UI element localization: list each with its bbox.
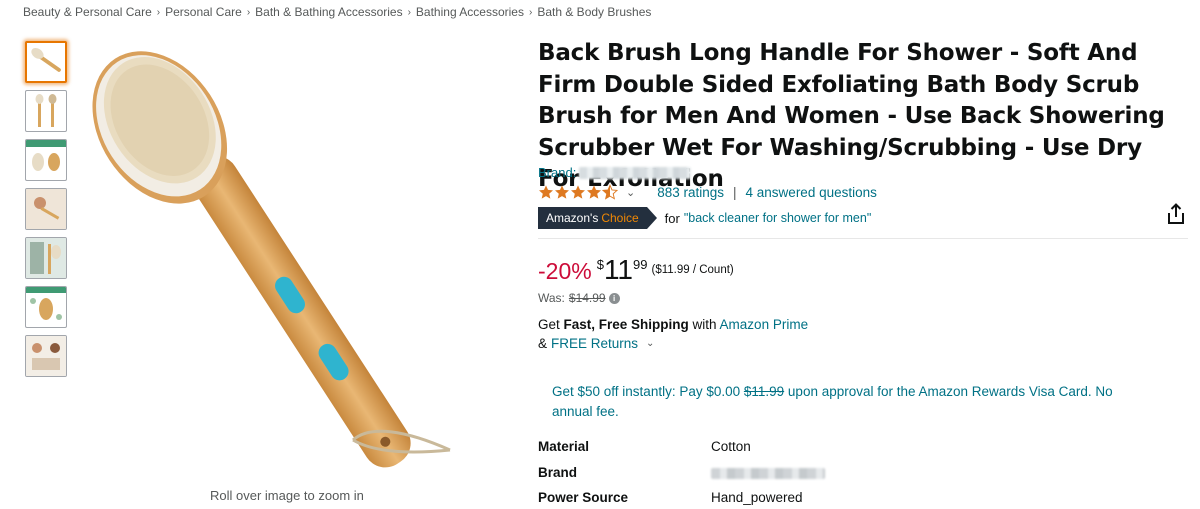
thumbnail-strip	[25, 41, 67, 384]
rating-row: ⌄ 883 ratings | 4 answered questions	[538, 183, 877, 201]
main-product-image[interactable]	[70, 45, 520, 485]
star-full-icon	[587, 185, 601, 199]
spec-value: Hand_powered	[711, 490, 803, 505]
thumbnail-1[interactable]	[25, 41, 67, 83]
choice-for-label: for	[664, 210, 680, 226]
price-fraction: 99	[633, 257, 648, 272]
choice-badge-word: Choice	[601, 211, 639, 225]
star-full-icon	[539, 185, 553, 199]
breadcrumb-separator: ›	[246, 6, 251, 18]
amazons-choice-badge[interactable]: Amazon's Choice	[538, 207, 657, 229]
price-symbol: $	[596, 257, 604, 272]
ship-with: with	[688, 317, 720, 332]
shipping-row: Get Fast, Free Shipping with Amazon Prim…	[538, 317, 808, 332]
breadcrumb-item-beauty[interactable]: Beauty & Personal Care	[23, 5, 152, 19]
chevron-down-icon[interactable]: ⌄	[626, 186, 635, 199]
breadcrumb-separator: ›	[407, 6, 411, 18]
thumbnail-5[interactable]	[25, 237, 67, 279]
amazons-choice-row: Amazon's Choice for "back cleaner for sh…	[538, 207, 871, 229]
ship-fast-free: Fast, Free Shipping	[563, 317, 689, 332]
price-row: -20% $ 11 99 ($11.99 / Count)	[538, 253, 734, 285]
spec-key: Power Source	[538, 490, 629, 505]
breadcrumb: Beauty & Personal Care › Personal Care ›…	[23, 5, 651, 19]
share-icon[interactable]	[1166, 203, 1186, 225]
divider-pipe: |	[733, 184, 737, 200]
brand-row[interactable]: Brand:	[538, 165, 692, 180]
section-divider	[538, 238, 1188, 239]
thumbnail-4[interactable]	[25, 188, 67, 230]
thumbnail-7[interactable]	[25, 335, 67, 377]
star-half-icon	[602, 184, 618, 200]
spec-key: Brand	[538, 465, 578, 480]
breadcrumb-item-bath-accessories[interactable]: Bath & Bathing Accessories	[255, 5, 402, 19]
was-price-row: Was: $14.99 i	[538, 291, 620, 305]
brand-label[interactable]: Brand:	[538, 165, 576, 180]
zoom-hint: Roll over image to zoom in	[210, 488, 364, 503]
ratings-count-link[interactable]: 883 ratings	[657, 185, 724, 200]
star-full-icon	[571, 185, 585, 199]
ship-get: Get	[538, 317, 564, 332]
was-price: $14.99	[568, 291, 606, 305]
choice-query-link[interactable]: "back cleaner for shower for men"	[684, 211, 871, 225]
free-returns-link[interactable]: FREE Returns	[551, 336, 638, 351]
info-icon[interactable]: i	[608, 292, 620, 304]
price: $ 11 99	[597, 253, 648, 285]
price-whole: 11	[603, 254, 634, 285]
prime-link[interactable]: Amazon Prime	[720, 317, 809, 332]
promo-text-before: Get $50 off instantly: Pay $0.00	[552, 384, 744, 399]
spec-value: Cotton	[711, 439, 751, 454]
brand-name-redacted[interactable]	[579, 166, 692, 179]
chevron-down-icon[interactable]: ⌄	[646, 338, 654, 349]
thumbnail-3[interactable]	[25, 139, 67, 181]
returns-row: & FREE Returns ⌄	[538, 336, 654, 351]
breadcrumb-item-body-brushes[interactable]: Bath & Body Brushes	[537, 5, 651, 19]
spec-value-redacted	[711, 468, 825, 479]
thumbnail-6[interactable]	[25, 286, 67, 328]
star-full-icon	[555, 185, 569, 199]
breadcrumb-separator: ›	[156, 6, 161, 18]
returns-prefix: &	[538, 336, 548, 351]
was-label: Was:	[538, 291, 565, 305]
answered-questions-link[interactable]: 4 answered questions	[746, 185, 877, 200]
promo-strike-price: $11.99	[743, 384, 785, 399]
discount-percent: -20%	[538, 258, 592, 284]
breadcrumb-item-personal-care[interactable]: Personal Care	[165, 5, 242, 19]
spec-key: Material	[538, 439, 590, 454]
breadcrumb-separator: ›	[528, 6, 533, 18]
star-rating[interactable]: ⌄	[538, 184, 641, 200]
choice-badge-prefix: Amazon's	[546, 211, 599, 225]
breadcrumb-item-bathing-accessories[interactable]: Bathing Accessories	[416, 5, 524, 19]
thumbnail-2[interactable]	[25, 90, 67, 132]
price-per-unit: ($11.99 / Count)	[651, 264, 734, 276]
credit-card-promo[interactable]: Get $50 off instantly: Pay $0.00 $11.99 …	[552, 382, 1152, 421]
